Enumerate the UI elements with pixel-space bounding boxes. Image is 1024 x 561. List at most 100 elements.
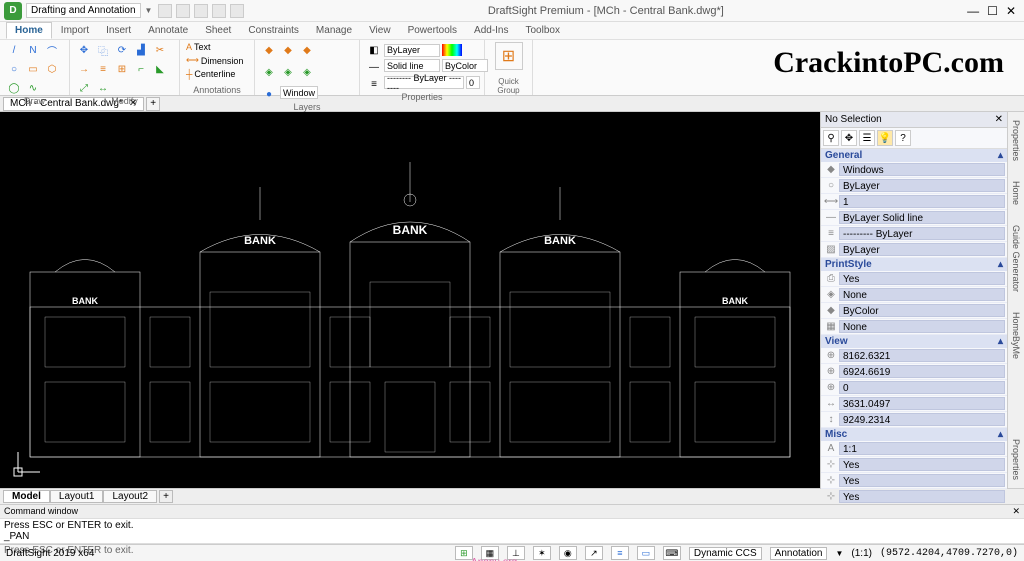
width-field[interactable]: 0: [466, 76, 480, 89]
tab-powertools[interactable]: Powertools: [400, 23, 465, 38]
centerline-tool[interactable]: ┼Centerline: [186, 69, 243, 79]
close-icon[interactable]: ✕: [1006, 4, 1016, 18]
prop-value[interactable]: Windows: [839, 163, 1005, 176]
layout-tab-1[interactable]: Layout1: [50, 490, 104, 503]
layer-on-icon[interactable]: ●: [261, 86, 277, 102]
text-tool[interactable]: AText: [186, 42, 243, 52]
layer-icon[interactable]: ◆: [261, 42, 277, 58]
prop-value[interactable]: 1:1: [839, 442, 1005, 455]
layer-iso-icon[interactable]: ◈: [280, 64, 296, 80]
prop-value[interactable]: 6924.6619: [839, 365, 1005, 378]
fillet-icon[interactable]: ⌐: [133, 61, 149, 77]
section-general[interactable]: General▴: [821, 149, 1007, 162]
section-view[interactable]: View▴: [821, 335, 1007, 348]
prop-value[interactable]: None: [839, 288, 1005, 301]
trim-icon[interactable]: ✂: [152, 42, 168, 58]
tab-toolbox[interactable]: Toolbox: [518, 23, 568, 38]
layout-tab-2[interactable]: Layout2: [103, 490, 157, 503]
prop-value[interactable]: ByLayer Solid line: [839, 211, 1005, 224]
linetype-dropdown[interactable]: Solid line: [384, 59, 440, 72]
prop-value[interactable]: Yes: [839, 490, 1005, 503]
move-icon[interactable]: ✥: [76, 42, 92, 58]
side-tab-properties2[interactable]: Properties: [1011, 439, 1021, 480]
linetype-icon[interactable]: —: [366, 59, 382, 75]
mirror-icon[interactable]: ▟: [133, 42, 149, 58]
prop-value[interactable]: 3631.0497: [839, 397, 1005, 410]
layer-dropdown[interactable]: ByLayer: [384, 44, 440, 57]
side-tab-homebyme[interactable]: HomeByMe: [1011, 312, 1021, 359]
tab-view[interactable]: View: [361, 23, 399, 38]
stretch-icon[interactable]: ↔: [95, 80, 111, 96]
tab-annotate[interactable]: Annotate: [140, 23, 196, 38]
layer-freeze-icon[interactable]: ◈: [299, 64, 315, 80]
lightbulb-icon[interactable]: 💡: [877, 130, 893, 146]
color-swatch-icon[interactable]: [442, 44, 462, 56]
prop-value[interactable]: Yes: [839, 474, 1005, 487]
redo-icon[interactable]: [230, 4, 244, 18]
prop-value[interactable]: None: [839, 320, 1005, 333]
open-icon[interactable]: [176, 4, 190, 18]
tab-addins[interactable]: Add-Ins: [466, 23, 516, 38]
layer-window-dropdown[interactable]: Window: [280, 86, 318, 99]
prop-value[interactable]: 1: [839, 195, 1005, 208]
color-icon[interactable]: ◧: [366, 42, 382, 58]
chevron-down-icon[interactable]: ▼: [145, 6, 153, 15]
extend-icon[interactable]: →: [76, 61, 92, 77]
line-icon[interactable]: /: [6, 42, 22, 58]
lineweight-icon[interactable]: ≡: [366, 76, 382, 92]
spline-icon[interactable]: ∿: [25, 80, 41, 96]
prop-value[interactable]: 8162.6321: [839, 349, 1005, 362]
add-layout-button[interactable]: +: [159, 490, 173, 503]
tab-manage[interactable]: Manage: [308, 23, 360, 38]
copy-icon[interactable]: ⿻: [95, 42, 111, 58]
array-icon[interactable]: ⊞: [114, 61, 130, 77]
dimension-tool[interactable]: ⟷Dimension: [186, 55, 243, 66]
layer-state-icon[interactable]: ◈: [261, 64, 277, 80]
tab-home[interactable]: Home: [6, 22, 52, 39]
scale-icon[interactable]: ⤢: [76, 80, 92, 96]
rotate-icon[interactable]: ⟳: [114, 42, 130, 58]
tab-sheet[interactable]: Sheet: [197, 23, 239, 38]
layout-tab-model[interactable]: Model: [3, 490, 50, 503]
new-icon[interactable]: [158, 4, 172, 18]
command-input[interactable]: Press ESC or ENTER to exit.: [0, 543, 1024, 557]
layer-icon[interactable]: ◆: [280, 42, 296, 58]
color-dropdown[interactable]: ByColor: [442, 59, 488, 72]
rectangle-icon[interactable]: ▭: [25, 61, 41, 77]
workspace-selector[interactable]: Drafting and Annotation: [26, 3, 141, 18]
tab-import[interactable]: Import: [53, 23, 97, 38]
section-misc[interactable]: Misc▴: [821, 428, 1007, 441]
ellipse-icon[interactable]: ◯: [6, 80, 22, 96]
save-icon[interactable]: [194, 4, 208, 18]
side-tab-home[interactable]: Home: [1011, 181, 1021, 205]
prop-value[interactable]: Yes: [839, 458, 1005, 471]
prop-value[interactable]: Yes: [839, 272, 1005, 285]
layer-icon[interactable]: ◆: [299, 42, 315, 58]
help-icon[interactable]: ?: [895, 130, 911, 146]
chamfer-icon[interactable]: ◣: [152, 61, 168, 77]
prop-value[interactable]: ByLayer: [839, 179, 1005, 192]
minimize-icon[interactable]: —: [967, 4, 979, 18]
section-printstyle[interactable]: PrintStyle▴: [821, 258, 1007, 271]
circle-icon[interactable]: ○: [6, 61, 22, 77]
prop-value[interactable]: --------- ByLayer: [839, 227, 1005, 240]
side-tab-properties[interactable]: Properties: [1011, 120, 1021, 161]
polygon-icon[interactable]: ⬡: [44, 61, 60, 77]
polyline-icon[interactable]: N: [25, 42, 41, 58]
panel-close-icon[interactable]: ✕: [995, 114, 1003, 125]
prop-value[interactable]: ByColor: [839, 304, 1005, 317]
pick-icon[interactable]: ✥: [841, 130, 857, 146]
filter-icon[interactable]: ⚲: [823, 130, 839, 146]
drawing-canvas[interactable]: BANK BANK BANK BANK BANK: [0, 112, 820, 488]
tab-constraints[interactable]: Constraints: [240, 23, 307, 38]
undo-icon[interactable]: [212, 4, 226, 18]
toggle-icon[interactable]: ☰: [859, 130, 875, 146]
lineweight-dropdown[interactable]: -------- ByLayer --------: [384, 76, 464, 89]
prop-value[interactable]: 9249.2314: [839, 413, 1005, 426]
maximize-icon[interactable]: ☐: [987, 4, 998, 18]
prop-value[interactable]: 0: [839, 381, 1005, 394]
side-tab-guide[interactable]: Guide Generator: [1011, 225, 1021, 292]
prop-value[interactable]: ByLayer: [839, 243, 1005, 256]
offset-icon[interactable]: ≡: [95, 61, 111, 77]
tab-insert[interactable]: Insert: [98, 23, 139, 38]
